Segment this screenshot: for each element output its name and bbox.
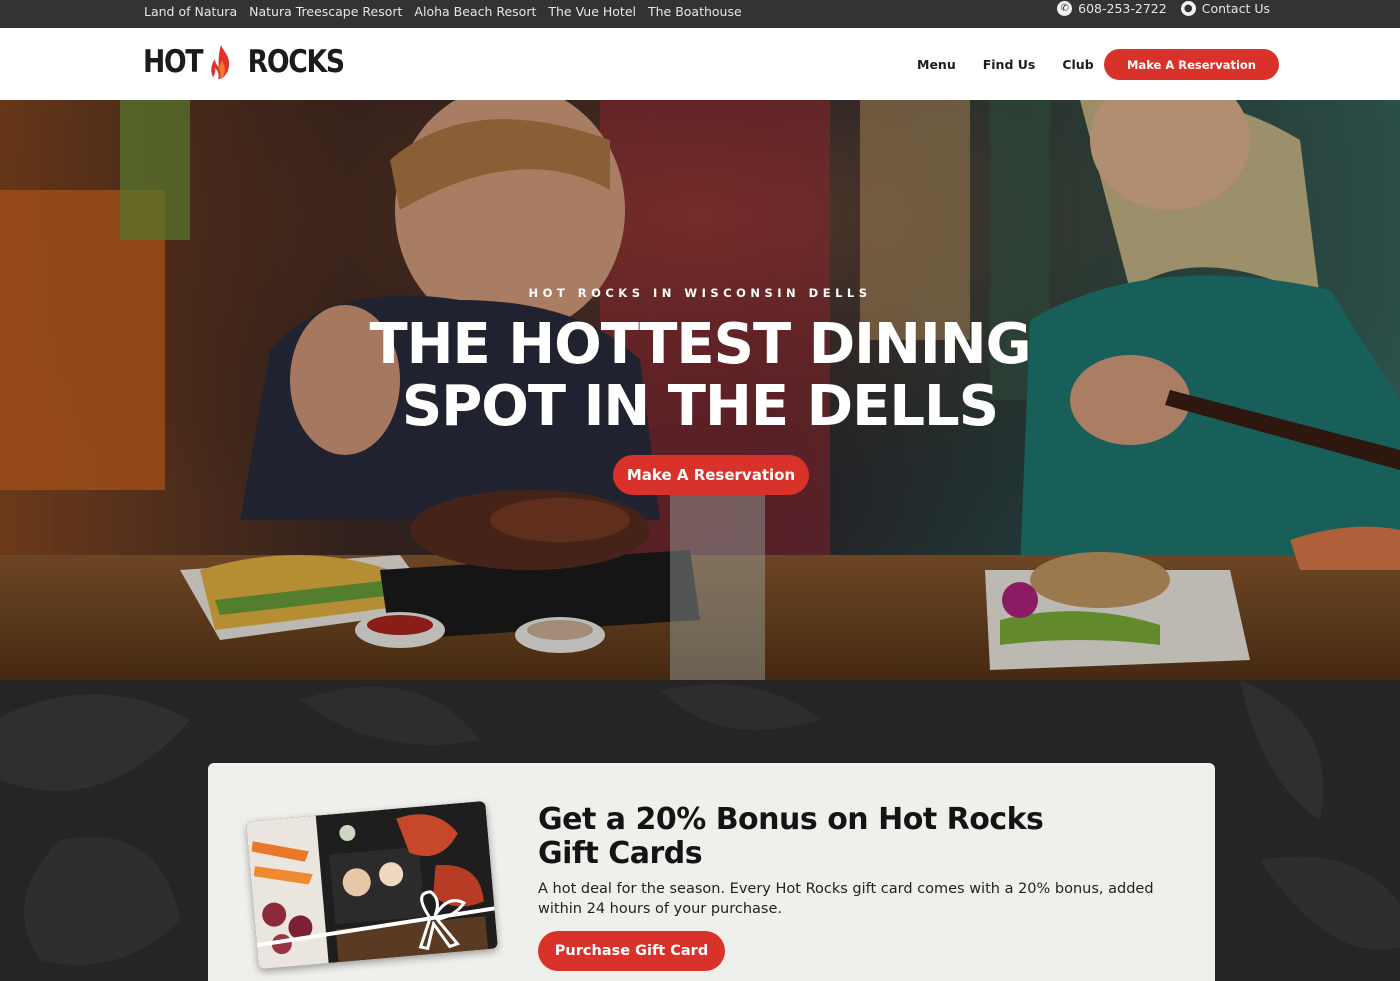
hero-reservation-button[interactable]: Make A Reservation (613, 455, 809, 495)
link-land-of-natura[interactable]: Land of Natura (144, 4, 237, 19)
chat-icon: ● (1180, 1, 1196, 16)
gift-card-promo: Get a 20% Bonus on Hot Rocks Gift Cards … (208, 763, 1215, 981)
logo-word-rocks: ROCKS (247, 44, 345, 80)
hero-eyebrow: HOT ROCKS IN WISCONSIN DELLS (528, 286, 872, 300)
logo-word-hot: HOT (143, 44, 204, 80)
nav-menu[interactable]: Menu (917, 57, 956, 72)
promo-description: A hot deal for the season. Every Hot Roc… (538, 881, 1154, 917)
gift-card-section: Get a 20% Bonus on Hot Rocks Gift Cards … (0, 680, 1400, 981)
link-natura-treescape[interactable]: Natura Treescape Resort (249, 4, 402, 19)
link-boathouse[interactable]: The Boathouse (648, 4, 742, 19)
hero-title-line-1: THE HOTTEST DINING (369, 312, 1031, 377)
link-aloha-beach[interactable]: Aloha Beach Resort (414, 4, 536, 19)
flame-icon (211, 45, 230, 79)
header-reservation-button[interactable]: Make A Reservation (1104, 49, 1279, 80)
purchase-gift-card-button[interactable]: Purchase Gift Card (538, 931, 725, 971)
hero-title: THE HOTTEST DINING SPOT IN THE DELLS (0, 314, 1400, 438)
property-links: Land of Natura Natura Treescape Resort A… (144, 4, 742, 19)
nav-club[interactable]: Club (1062, 57, 1093, 72)
gift-card-image (246, 800, 498, 970)
phone-icon: ✆ (1057, 1, 1073, 16)
nav-find-us[interactable]: Find Us (983, 57, 1036, 72)
main-nav: Menu Find Us Club (917, 57, 1094, 72)
phone-link[interactable]: 608-253-2722 (1078, 1, 1167, 16)
hot-rocks-logo[interactable]: HOT ROCKS (143, 42, 345, 82)
link-vue-hotel[interactable]: The Vue Hotel (548, 4, 636, 19)
promo-title: Get a 20% Bonus on Hot Rocks Gift Cards (538, 802, 1044, 871)
hero-title-line-2: SPOT IN THE DELLS (401, 374, 999, 439)
utility-bar: Land of Natura Natura Treescape Resort A… (0, 0, 1400, 28)
contact-links: ✆ 608-253-2722 ● Contact Us (1057, 1, 1278, 16)
site-header: HOT ROCKS Menu Find Us Club Make A Reser… (0, 28, 1400, 100)
contact-us-link[interactable]: Contact Us (1202, 1, 1270, 16)
hero-section: HOT ROCKS IN WISCONSIN DELLS THE HOTTEST… (0, 100, 1400, 680)
